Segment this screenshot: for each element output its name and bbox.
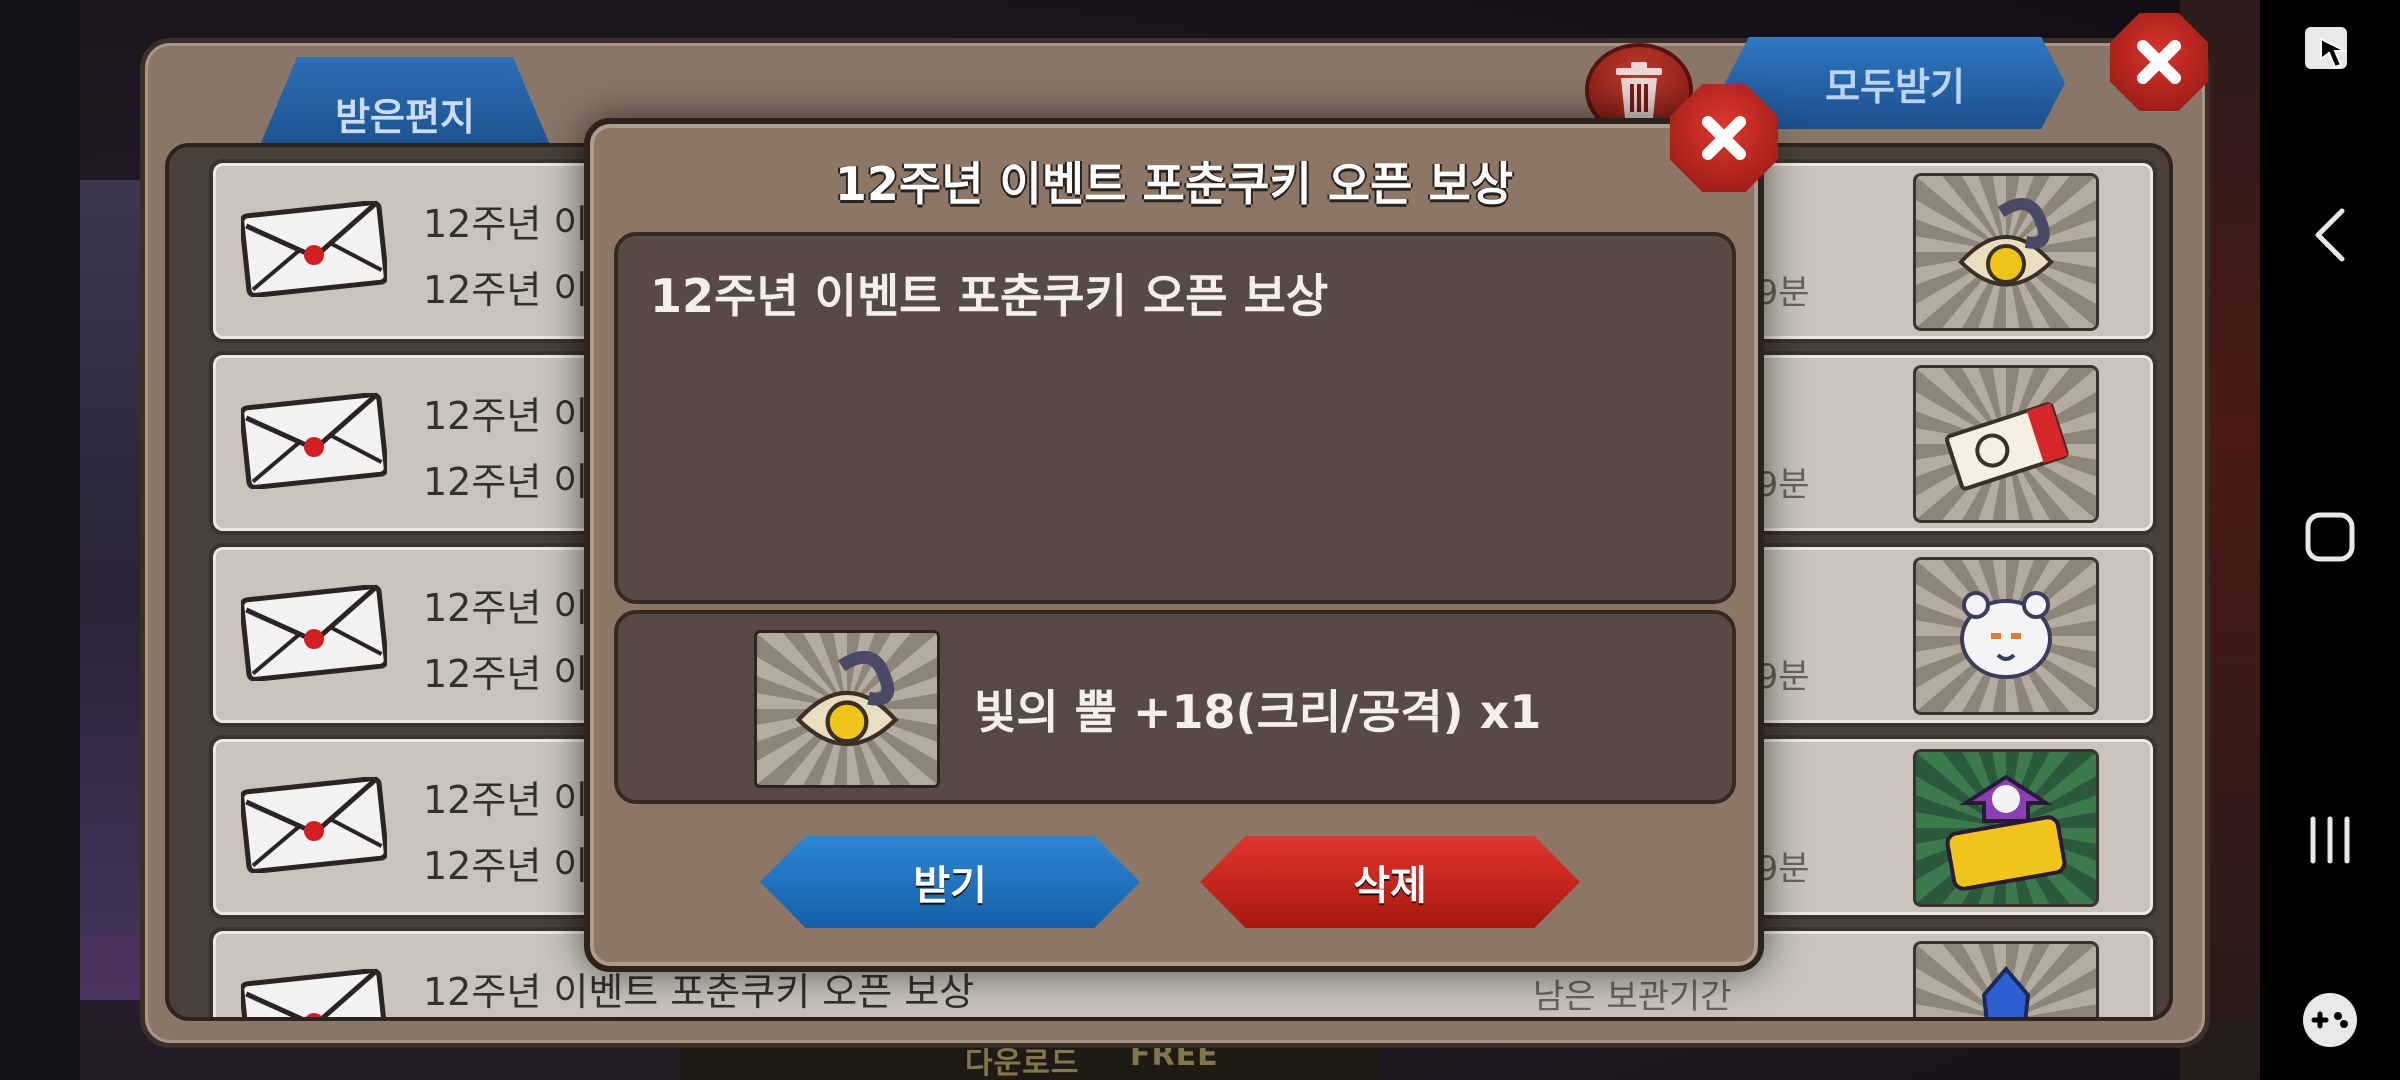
scorpion-gem-icon (795, 650, 899, 747)
mail-keep-period: 남은 보관기간 (1533, 965, 1732, 1017)
reward-thumbnail (1913, 365, 2099, 523)
delete-button[interactable]: 삭제 (1200, 836, 1580, 928)
back-icon (2315, 208, 2345, 262)
system-navigation-bar (2260, 0, 2400, 1080)
home-icon (2305, 512, 2355, 562)
envelope-icon (241, 777, 387, 873)
game-tools-button[interactable] (2290, 980, 2370, 1060)
trash-icon (1616, 62, 1662, 118)
message-text: 12주년 이벤트 포춘쿠키 오픈 보상 (650, 269, 1329, 323)
scorpion-gem-icon (1958, 198, 2054, 287)
reward-thumbnail (1913, 557, 2099, 715)
keep-label: 남은 보관기간 (1533, 977, 1732, 1017)
envelope-icon (241, 585, 387, 681)
level-up-icon (1945, 774, 2067, 891)
message-box: 12주년 이벤트 포춘쿠키 오픈 보상 (614, 232, 1736, 604)
gold-ticket-icon (1945, 402, 2069, 491)
receive-all-label: 모두받기 (1825, 64, 1965, 109)
reward-thumbnail (1913, 941, 2099, 1017)
reward-item-label: 빛의 뿔 +18(크리/공격) x1 (974, 685, 1542, 739)
recent-apps-button[interactable] (2290, 800, 2370, 880)
reward-thumbnail (1913, 749, 2099, 907)
back-button[interactable] (2290, 195, 2370, 275)
tab-received-mail-label: 받은편지 (335, 94, 475, 139)
reward-thumbnail (1913, 173, 2099, 331)
tab-received-mail[interactable]: 받은편지 (255, 57, 555, 157)
white-tiger-icon (1960, 591, 2052, 679)
blue-crystal-icon (1981, 965, 2031, 1017)
reward-item-box: 빛의 뿔 +18(크리/공격) x1 (614, 610, 1736, 804)
receive-button[interactable]: 받기 (760, 836, 1140, 928)
recent-apps-icon (2310, 816, 2350, 864)
dialog-title: 12주년 이벤트 포춘쿠키 오픈 보상 (834, 157, 1514, 211)
reward-dialog: 12주년 이벤트 포춘쿠키 오픈 보상 12주년 이벤트 포춘쿠키 오픈 보상 … (584, 84, 1778, 972)
gamepad-icon (2303, 993, 2357, 1047)
touch-lock-icon (2305, 27, 2347, 69)
envelope-icon (241, 969, 387, 1017)
close-icon (1702, 116, 1746, 160)
reward-item-thumbnail (754, 630, 940, 788)
receive-button-label: 받기 (913, 863, 987, 909)
home-button[interactable] (2290, 497, 2370, 577)
screen-touch-lock-button[interactable] (2290, 12, 2370, 92)
delete-button-label: 삭제 (1353, 863, 1427, 909)
envelope-icon (241, 393, 387, 489)
close-icon (2137, 40, 2181, 84)
envelope-icon (241, 201, 387, 297)
